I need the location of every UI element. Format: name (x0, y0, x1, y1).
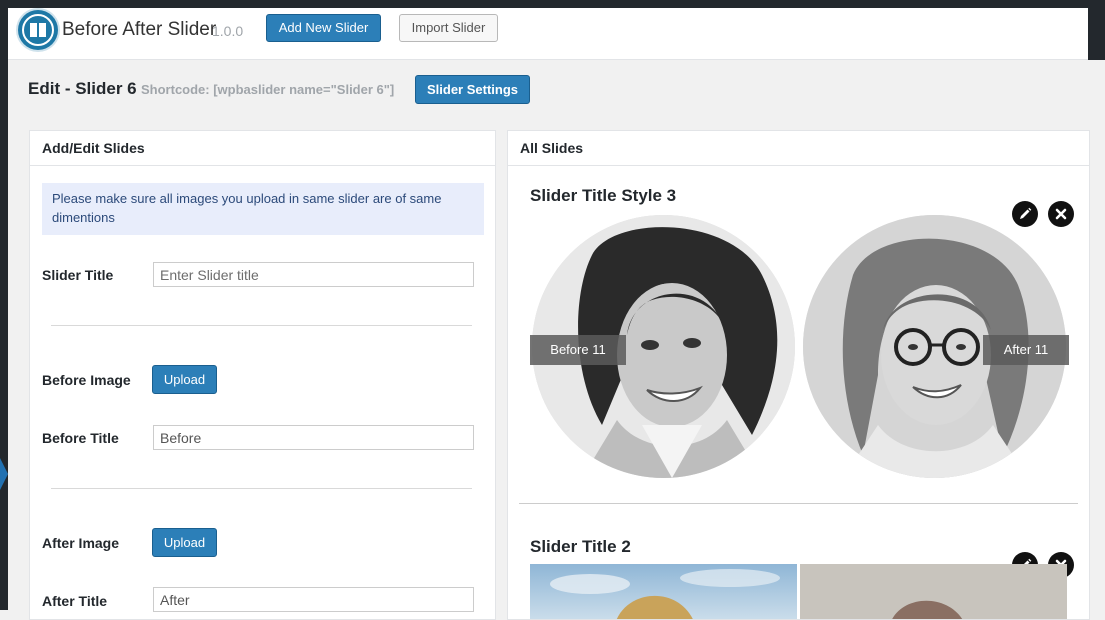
after-title-input[interactable] (153, 587, 474, 612)
before-image-label: Before Image (42, 372, 131, 388)
all-slides-panel: All Slides Slider Title Style 3 Before 1… (507, 130, 1090, 620)
page-title: Edit - Slider 6 (28, 79, 137, 98)
slider-title-label: Slider Title (42, 267, 114, 283)
shortcode-text: Shortcode: [wpbaslider name="Slider 6"] (141, 82, 395, 97)
before-title-input[interactable] (153, 425, 474, 450)
dimension-notice: Please make sure all images you upload i… (42, 183, 484, 235)
app-title: Before After Slider (62, 19, 217, 40)
window-edge (1091, 60, 1105, 610)
before-image-upload-button[interactable]: Upload (152, 365, 217, 394)
import-slider-button[interactable]: Import Slider (399, 14, 498, 42)
slide-title: Slider Title Style 3 (530, 186, 677, 205)
admin-sidebar-edge (0, 8, 8, 610)
add-new-slider-button[interactable]: Add New Slider (266, 14, 381, 42)
after-image-upload-button[interactable]: Upload (152, 528, 217, 557)
before-title-label: Before Title (42, 430, 119, 446)
panel-heading: All Slides (508, 131, 1089, 166)
panel-heading: Add/Edit Slides (30, 131, 495, 166)
add-edit-panel: Add/Edit Slides Please make sure all ima… (29, 130, 496, 620)
plugin-logo-icon (18, 10, 58, 50)
slide-title: Slider Title 2 (530, 537, 631, 556)
before-image-2 (530, 564, 797, 619)
after-tag: After 11 (983, 335, 1069, 365)
slider-settings-button[interactable]: Slider Settings (415, 75, 530, 104)
slider-title-input[interactable] (153, 262, 474, 287)
after-image-label: After Image (42, 535, 120, 551)
app-version: 1.0.0 (212, 23, 244, 39)
slide-divider (519, 503, 1078, 504)
admin-bar (0, 0, 1105, 8)
after-title-label: After Title (42, 593, 108, 609)
divider (51, 488, 472, 489)
admin-bar-edge (1088, 0, 1105, 60)
before-tag: Before 11 (530, 335, 626, 365)
collapse-arrow-icon[interactable] (0, 458, 8, 490)
after-image-2 (800, 564, 1067, 619)
divider (51, 325, 472, 326)
